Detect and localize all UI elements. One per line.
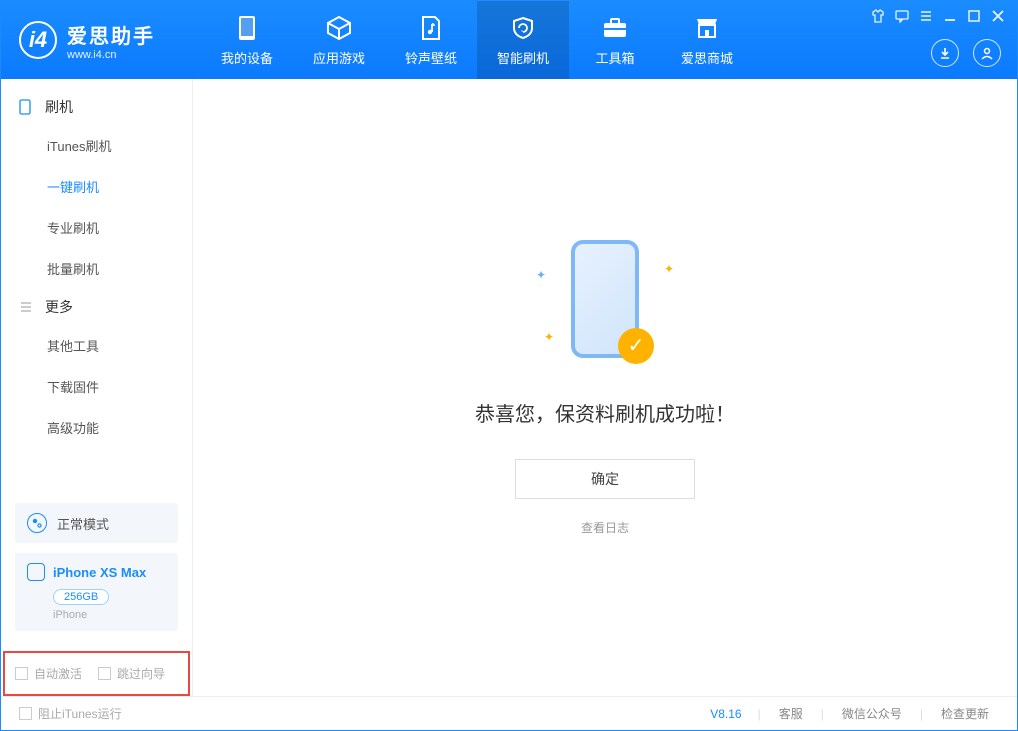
toolbox-icon	[601, 14, 629, 42]
menu-icon[interactable]	[919, 9, 933, 23]
footer: 阻止iTunes运行 V8.16 | 客服 | 微信公众号 | 检查更新	[1, 696, 1017, 730]
app-subtitle: www.i4.cn	[67, 49, 155, 61]
user-button[interactable]	[973, 39, 1001, 67]
tab-label: 应用游戏	[313, 48, 365, 67]
logo-text: 爱思助手 www.i4.cn	[67, 20, 155, 61]
cube-icon	[325, 14, 353, 42]
mode-icon	[27, 513, 47, 533]
sidebar-section-flash[interactable]: 刷机	[1, 89, 192, 125]
sidebar-item-oneclick-flash[interactable]: 一键刷机	[1, 166, 192, 207]
view-log-link[interactable]: 查看日志	[581, 519, 629, 536]
sidebar-section-more[interactable]: 更多	[1, 289, 192, 325]
tab-label: 爱思商城	[681, 48, 733, 67]
storage-badge: 256GB	[53, 589, 109, 605]
mode-label: 正常模式	[57, 514, 109, 533]
phone-icon	[233, 14, 261, 42]
tab-label: 我的设备	[221, 48, 273, 67]
footer-link-update[interactable]: 检查更新	[931, 705, 999, 722]
section-title: 刷机	[45, 97, 73, 117]
tab-apps[interactable]: 应用游戏	[293, 1, 385, 79]
version-label: V8.16	[710, 707, 741, 721]
feedback-icon[interactable]	[895, 9, 909, 23]
app-window: i4 爱思助手 www.i4.cn 我的设备 应用游戏	[0, 0, 1018, 731]
tab-label: 智能刷机	[497, 48, 549, 67]
shop-icon	[693, 14, 721, 42]
list-icon	[19, 300, 35, 314]
refresh-shield-icon	[509, 14, 537, 42]
nav-tabs: 我的设备 应用游戏 铃声壁纸 智能刷机	[201, 1, 753, 79]
music-file-icon	[417, 14, 445, 42]
sidebar-item-advanced[interactable]: 高级功能	[1, 407, 192, 448]
tab-ringtones[interactable]: 铃声壁纸	[385, 1, 477, 79]
header-actions	[931, 39, 1001, 67]
skin-icon[interactable]	[871, 9, 885, 23]
tab-label: 工具箱	[595, 48, 634, 67]
separator: |	[758, 707, 761, 721]
device-icon	[27, 563, 45, 581]
header: i4 爱思助手 www.i4.cn 我的设备 应用游戏	[1, 1, 1017, 79]
device-name: iPhone XS Max	[53, 565, 146, 580]
sidebar-item-other-tools[interactable]: 其他工具	[1, 325, 192, 366]
close-icon[interactable]	[991, 9, 1005, 23]
sidebar-item-batch-flash[interactable]: 批量刷机	[1, 248, 192, 289]
device-box[interactable]: iPhone XS Max 256GB iPhone	[15, 553, 178, 631]
ok-button[interactable]: 确定	[515, 459, 695, 499]
footer-right: V8.16 | 客服 | 微信公众号 | 检查更新	[710, 705, 999, 722]
checkbox-label: 自动激活	[34, 665, 82, 682]
tab-toolbox[interactable]: 工具箱	[569, 1, 661, 79]
sparkle-icon: ✦	[544, 330, 554, 344]
mode-box[interactable]: 正常模式	[15, 503, 178, 543]
checkbox-icon	[15, 667, 28, 680]
footer-link-wechat[interactable]: 微信公众号	[832, 705, 912, 722]
maximize-icon[interactable]	[967, 9, 981, 23]
highlight-checkbox-area: 自动激活 跳过向导	[3, 651, 190, 696]
checkbox-icon	[19, 707, 32, 720]
tab-store[interactable]: 爱思商城	[661, 1, 753, 79]
logo-icon: i4	[19, 21, 57, 59]
checkbox-skip-guide[interactable]: 跳过向导	[98, 665, 165, 682]
checkbox-label: 阻止iTunes运行	[38, 705, 122, 722]
separator: |	[920, 707, 923, 721]
window-controls	[871, 9, 1005, 23]
sidebar: 刷机 iTunes刷机 一键刷机 专业刷机 批量刷机 更多 其他工具 下载固件 …	[1, 79, 193, 696]
checkbox-icon	[98, 667, 111, 680]
app-title: 爱思助手	[67, 20, 155, 49]
device-name-row: iPhone XS Max	[27, 563, 166, 581]
sidebar-item-itunes-flash[interactable]: iTunes刷机	[1, 125, 192, 166]
main-content: ✦ ✦ ✦ ✓ 恭喜您，保资料刷机成功啦！ 确定 查看日志	[193, 79, 1017, 696]
minimize-icon[interactable]	[943, 9, 957, 23]
sparkle-icon: ✦	[664, 262, 674, 276]
device-type: iPhone	[53, 609, 166, 621]
download-button[interactable]	[931, 39, 959, 67]
checkbox-block-itunes[interactable]: 阻止iTunes运行	[19, 705, 122, 722]
sparkle-icon: ✦	[536, 268, 546, 282]
success-illustration: ✦ ✦ ✦ ✓	[530, 240, 680, 370]
phone-outline-icon	[19, 99, 35, 115]
checkbox-auto-activate[interactable]: 自动激活	[15, 665, 82, 682]
sidebar-bottom: 正常模式 iPhone XS Max 256GB iPhone	[1, 493, 192, 641]
section-title: 更多	[45, 297, 73, 317]
tab-flash[interactable]: 智能刷机	[477, 1, 569, 79]
tab-my-device[interactable]: 我的设备	[201, 1, 293, 79]
body: 刷机 iTunes刷机 一键刷机 专业刷机 批量刷机 更多 其他工具 下载固件 …	[1, 79, 1017, 696]
logo: i4 爱思助手 www.i4.cn	[1, 20, 201, 61]
footer-left: 阻止iTunes运行	[19, 705, 122, 722]
separator: |	[821, 707, 824, 721]
sidebar-item-pro-flash[interactable]: 专业刷机	[1, 207, 192, 248]
tab-label: 铃声壁纸	[405, 48, 457, 67]
checkbox-label: 跳过向导	[117, 665, 165, 682]
footer-link-support[interactable]: 客服	[769, 705, 813, 722]
check-badge-icon: ✓	[618, 328, 654, 364]
success-title: 恭喜您，保资料刷机成功啦！	[475, 398, 735, 427]
sidebar-item-download-firmware[interactable]: 下载固件	[1, 366, 192, 407]
